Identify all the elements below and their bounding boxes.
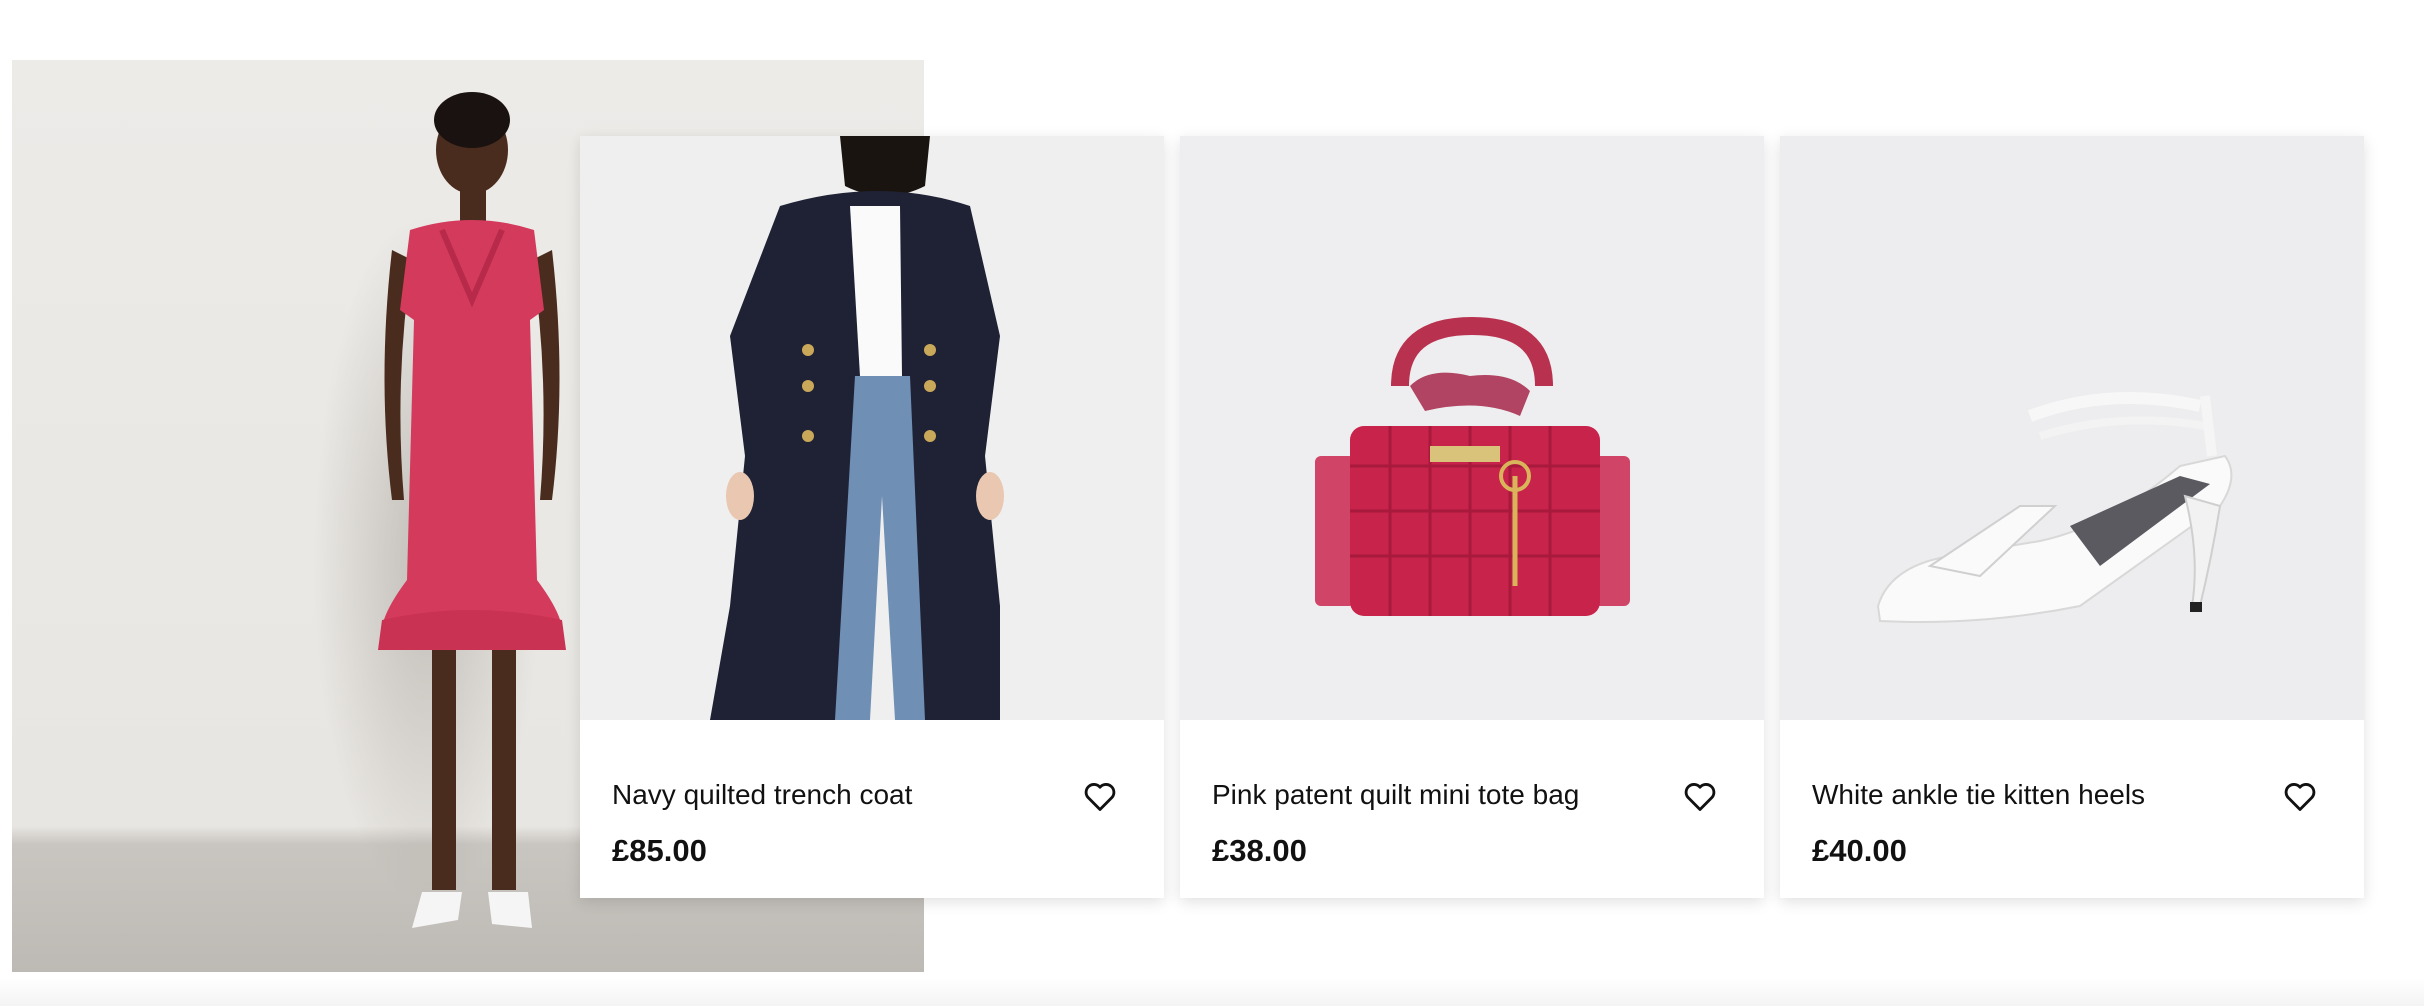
- wishlist-button[interactable]: [1080, 776, 1120, 816]
- wishlist-button[interactable]: [2280, 776, 2320, 816]
- product-image-trench-coat[interactable]: [580, 136, 1164, 720]
- product-price: £85.00: [612, 833, 707, 868]
- product-image-kitten-heels[interactable]: [1780, 136, 2364, 720]
- product-name[interactable]: Pink patent quilt mini tote bag: [1212, 778, 1579, 812]
- product-card[interactable]: Pink patent quilt mini tote bag £38.00: [1180, 136, 1764, 898]
- product-image-tote-bag[interactable]: [1180, 136, 1764, 720]
- wishlist-button[interactable]: [1680, 776, 1720, 816]
- heart-outline-icon: [1684, 783, 1716, 811]
- product-card[interactable]: Navy quilted trench coat £85.00: [580, 136, 1164, 898]
- model-illustration: [378, 92, 566, 928]
- heart-outline-icon: [1084, 783, 1116, 811]
- product-price: £40.00: [1812, 833, 1907, 868]
- product-card[interactable]: White ankle tie kitten heels £40.00: [1780, 136, 2364, 898]
- product-name[interactable]: Navy quilted trench coat: [612, 778, 912, 812]
- page-footer-edge: [0, 978, 2424, 1006]
- heart-outline-icon: [2284, 783, 2316, 811]
- product-price: £38.00: [1212, 833, 1307, 868]
- product-name[interactable]: White ankle tie kitten heels: [1812, 778, 2145, 812]
